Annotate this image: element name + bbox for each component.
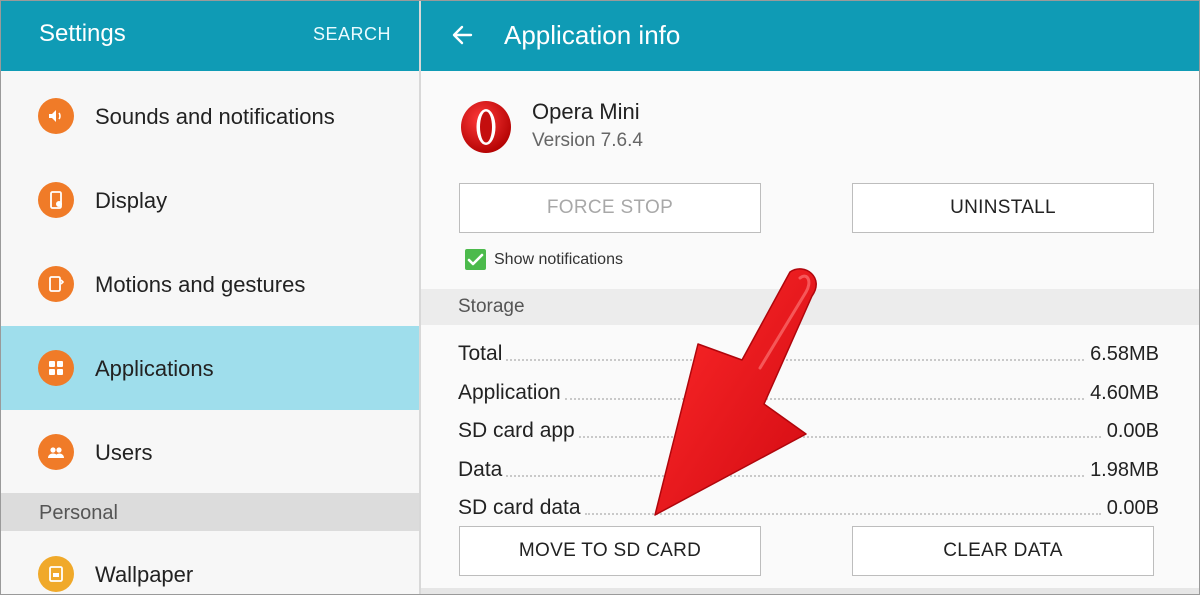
storage-label: SD card app xyxy=(458,419,575,442)
storage-value: 1.98MB xyxy=(1090,459,1159,481)
dotted-leader xyxy=(584,513,1101,515)
settings-header: Settings SEARCH xyxy=(0,0,419,71)
sidebar-item-users[interactable]: Users xyxy=(0,410,419,494)
section-header-personal: Personal xyxy=(0,493,419,531)
opera-logo-icon xyxy=(459,100,513,154)
storage-row-sd-card-app: SD card app 0.00B xyxy=(458,411,1159,443)
sidebar-item-label: Display xyxy=(95,188,168,213)
storage-label: Application xyxy=(458,381,561,404)
storage-row-sd-card-data: SD card data 0.00B xyxy=(458,488,1159,520)
sidebar-item-label: Applications xyxy=(95,356,214,381)
settings-title: Settings xyxy=(39,20,126,47)
storage-value: 4.60MB xyxy=(1090,382,1159,404)
display-icon xyxy=(38,182,74,218)
dotted-leader xyxy=(564,398,1085,400)
search-button[interactable]: SEARCH xyxy=(313,24,391,45)
sidebar-item-display[interactable]: Display xyxy=(0,158,419,242)
dotted-leader xyxy=(506,475,1085,477)
wallpaper-icon xyxy=(38,556,74,592)
settings-sidebar: Settings SEARCH Sounds and notifications… xyxy=(0,0,419,595)
users-icon xyxy=(38,434,74,470)
storage-value: 0.00B xyxy=(1106,497,1159,519)
app-name: Opera Mini xyxy=(532,99,640,124)
sidebar-item-applications[interactable]: Applications xyxy=(0,326,419,410)
storage-row-total: Total 6.58MB xyxy=(458,334,1159,366)
dotted-leader xyxy=(506,359,1085,361)
application-info-panel: Application info Opera Mini Version 7.6.… xyxy=(421,0,1200,595)
show-notifications-checkbox[interactable] xyxy=(465,249,486,270)
storage-section-header: Storage xyxy=(421,289,1200,325)
bottom-divider xyxy=(421,588,1200,595)
storage-value: 0.00B xyxy=(1106,420,1159,442)
storage-value: 6.58MB xyxy=(1090,343,1159,365)
checkmark-icon xyxy=(467,253,484,266)
speaker-icon xyxy=(38,98,74,134)
show-notifications-label: Show notifications xyxy=(494,251,623,268)
move-to-sd-card-button[interactable]: MOVE TO SD CARD xyxy=(459,526,761,576)
dotted-leader xyxy=(578,436,1101,438)
storage-row-application: Application 4.60MB xyxy=(458,373,1159,405)
page-title: Application info xyxy=(504,20,681,50)
app-version: Version 7.6.4 xyxy=(532,130,643,151)
section-title: Storage xyxy=(458,296,525,317)
sidebar-item-sounds-and-notifications[interactable]: Sounds and notifications xyxy=(0,74,419,158)
storage-label: Data xyxy=(458,458,503,481)
app-info-header: Application info xyxy=(421,0,1200,71)
sidebar-item-wallpaper[interactable]: Wallpaper xyxy=(0,532,419,595)
clear-data-button[interactable]: CLEAR DATA xyxy=(852,526,1154,576)
force-stop-button[interactable]: FORCE STOP xyxy=(459,183,761,233)
sidebar-item-label: Sounds and notifications xyxy=(95,104,335,129)
back-arrow-icon[interactable] xyxy=(451,22,473,48)
motion-icon xyxy=(38,266,74,302)
section-title: Personal xyxy=(39,502,118,524)
sidebar-item-motions-and-gestures[interactable]: Motions and gestures xyxy=(0,242,419,326)
sidebar-item-label: Motions and gestures xyxy=(95,272,306,297)
apps-grid-icon xyxy=(38,350,74,386)
sidebar-item-label: Wallpaper xyxy=(95,562,194,587)
uninstall-button[interactable]: UNINSTALL xyxy=(852,183,1154,233)
sidebar-item-label: Users xyxy=(95,440,153,465)
storage-label: SD card data xyxy=(458,496,581,519)
storage-row-data: Data 1.98MB xyxy=(458,450,1159,482)
storage-label: Total xyxy=(458,342,503,365)
